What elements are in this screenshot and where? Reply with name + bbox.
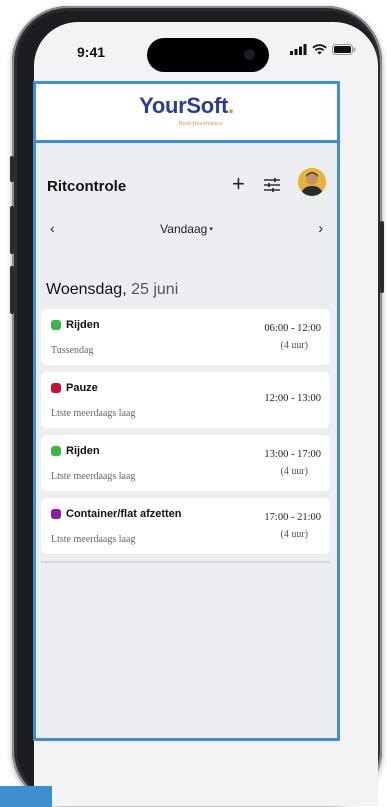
logo-tagline: Bedrijfssoftware — [179, 121, 223, 127]
logo-bar: YourSoft. Bedrijfssoftware — [36, 84, 337, 143]
page-title: Ritcontrole — [47, 178, 127, 195]
status-bar: 9:41 — [34, 22, 378, 82]
activity-card[interactable]: Rijden Tussendag 06:00 - 12:00 (4 uur) — [41, 309, 330, 365]
activity-subtitle: Ltste meerdaags laag — [51, 534, 136, 545]
day-date: 25 juni — [131, 281, 179, 298]
app-header: Ritcontrole + — [36, 144, 337, 214]
activity-card[interactable]: Rijden Ltste meerdaags laag 13:00 - 17:0… — [41, 435, 330, 491]
status-color-dot — [51, 320, 61, 330]
day-heading: Woensdag, 25 juni — [46, 281, 178, 299]
date-selector-label: Vandaag — [160, 222, 208, 236]
day-weekday: Woensdag, — [46, 281, 127, 298]
status-color-dot — [51, 383, 61, 393]
activity-time: 06:00 - 12:00 — [264, 323, 321, 334]
logo-text: YourSoft — [139, 93, 229, 118]
activity-subtitle: Ltste meerdaags laag — [51, 471, 136, 482]
activity-name: Rijden — [66, 319, 100, 331]
dynamic-island — [147, 38, 269, 72]
activity-name: Pauze — [66, 382, 98, 394]
activity-list: Rijden Tussendag 06:00 - 12:00 (4 uur) P… — [41, 309, 330, 561]
volume-up-button — [10, 206, 14, 254]
date-navigation: ‹ Vandaag ▾ › — [36, 214, 337, 244]
activity-card[interactable]: Pauze Ltste meerdaags laag 12:00 - 13:00 — [41, 372, 330, 428]
decorative-strip — [0, 786, 52, 807]
user-avatar-icon — [298, 168, 326, 196]
filter-icon[interactable] — [264, 178, 280, 192]
avatar[interactable] — [298, 168, 326, 196]
signal-icon — [290, 44, 307, 55]
list-divider — [41, 561, 330, 563]
activity-time: 17:00 - 21:00 — [264, 512, 321, 523]
camera-icon — [244, 49, 255, 60]
activity-name: Container/flat afzetten — [66, 508, 182, 520]
volume-down-button — [10, 266, 14, 314]
yoursoft-logo: YourSoft. — [36, 93, 337, 119]
mute-switch — [10, 156, 14, 182]
next-day-button[interactable]: › — [318, 220, 323, 236]
status-color-dot — [51, 446, 61, 456]
activity-duration: (4 uur) — [280, 340, 309, 351]
battery-icon — [332, 44, 356, 55]
activity-card[interactable]: Container/flat afzetten Ltste meerdaags … — [41, 498, 330, 554]
activity-name: Rijden — [66, 445, 100, 457]
status-icons — [290, 44, 356, 55]
activity-duration: (4 uur) — [280, 466, 309, 477]
activity-duration: (4 uur) — [280, 529, 309, 540]
activity-title: Pauze — [51, 382, 98, 394]
wifi-icon — [312, 44, 327, 55]
date-selector[interactable]: Vandaag ▾ — [36, 222, 337, 236]
activity-title: Container/flat afzetten — [51, 508, 182, 520]
power-button — [380, 221, 384, 293]
logo-dot: . — [228, 93, 234, 118]
activity-time: 13:00 - 17:00 — [264, 449, 321, 460]
caret-down-icon: ▾ — [209, 226, 213, 233]
app-frame: YourSoft. Bedrijfssoftware Ritcontrole +… — [33, 81, 340, 741]
activity-title: Rijden — [51, 319, 100, 331]
activity-subtitle: Tussendag — [51, 345, 94, 356]
activity-subtitle: Ltste meerdaags laag — [51, 408, 136, 419]
activity-time: 12:00 - 13:00 — [264, 393, 321, 404]
status-time: 9:41 — [77, 44, 106, 60]
add-button[interactable]: + — [232, 171, 245, 197]
activity-title: Rijden — [51, 445, 100, 457]
status-color-dot — [51, 509, 61, 519]
